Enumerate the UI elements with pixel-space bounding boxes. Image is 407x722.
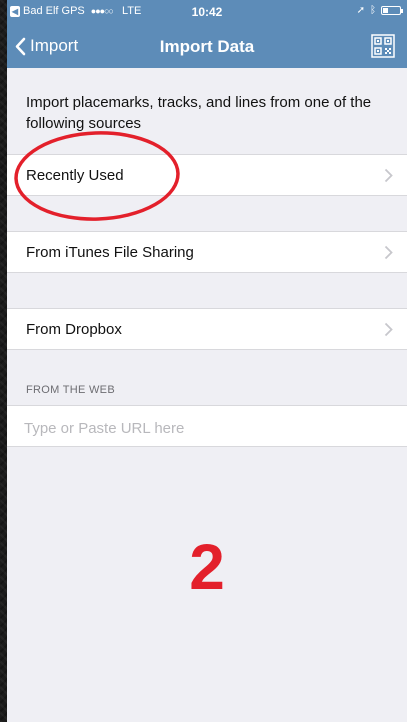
annotation-circle: [14, 131, 180, 221]
source-label: From Dropbox: [26, 321, 122, 338]
annotation-step-number: 2: [189, 531, 225, 603]
phone-screen: ◀ Bad Elf GPS ●●●○○ LTE 10:42 ➚ ᛒ Import…: [7, 0, 407, 722]
battery-level: [383, 8, 388, 13]
chevron-right-icon: [384, 322, 393, 337]
page-title: Import Data: [159, 37, 255, 56]
navigation-bar: Import Import Data: [7, 24, 407, 68]
battery-icon: [381, 6, 403, 15]
bluetooth-icon: ᛒ: [370, 5, 376, 16]
source-dropbox[interactable]: From Dropbox: [7, 308, 407, 350]
url-cell: [7, 405, 407, 447]
source-label: From iTunes File Sharing: [26, 244, 194, 261]
qr-code-icon[interactable]: [371, 34, 395, 58]
source-itunes-file-sharing[interactable]: From iTunes File Sharing: [7, 231, 407, 273]
chevron-right-icon: [384, 245, 393, 260]
location-arrow-icon: ➚: [356, 5, 365, 16]
status-bar: ◀ Bad Elf GPS ●●●○○ LTE 10:42 ➚ ᛒ: [7, 0, 407, 24]
chevron-right-icon: [384, 168, 393, 183]
url-input[interactable]: [22, 415, 396, 441]
status-time: 10:42: [191, 5, 223, 19]
status-right: ➚ ᛒ: [356, 5, 403, 16]
section-header-from-the-web: FROM THE WEB: [26, 384, 115, 396]
